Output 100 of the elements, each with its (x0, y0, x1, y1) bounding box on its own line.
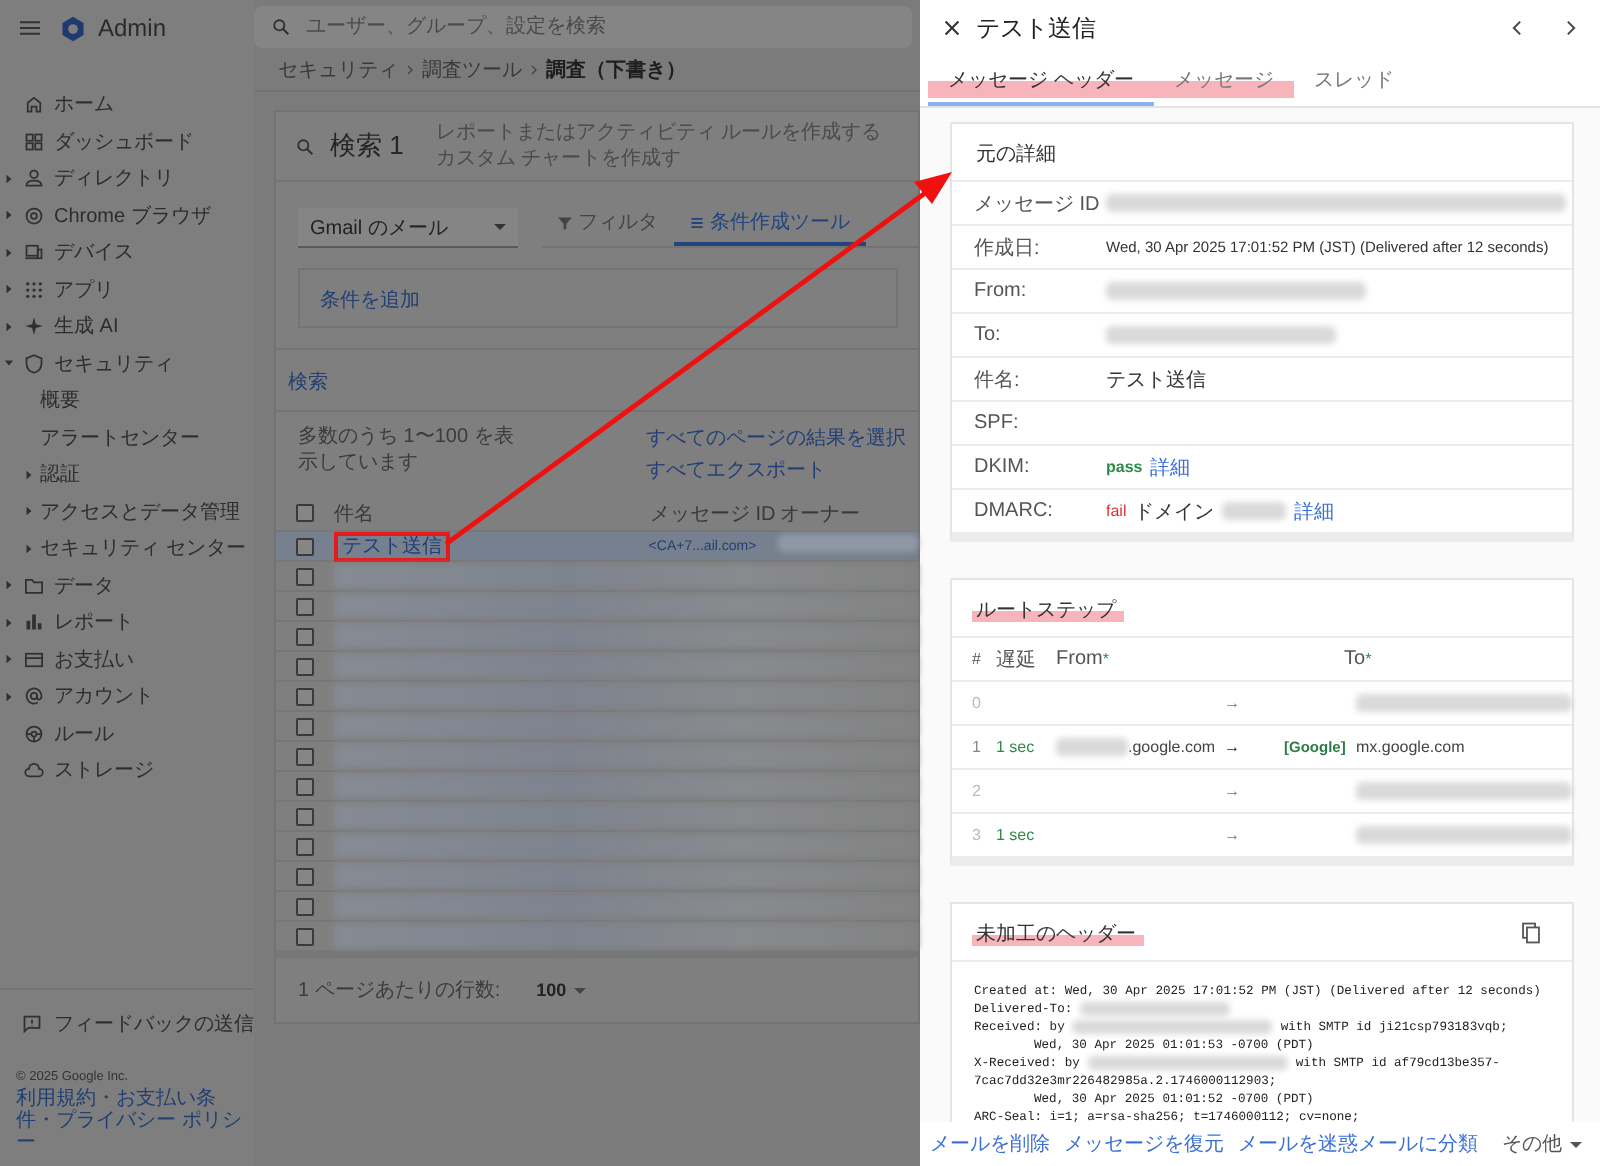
row-checkbox[interactable] (296, 927, 314, 945)
section-title: 元の詳細 (974, 141, 1058, 168)
row-checkbox[interactable] (296, 717, 314, 735)
sidebar-subitem[interactable]: アラートセンター (40, 423, 200, 452)
sidebar-subitem[interactable]: セキュリティ センター (40, 534, 246, 563)
filter-icon (558, 215, 572, 229)
panel-title: テスト送信 (976, 11, 1096, 45)
result-action-link[interactable]: すべてのページの結果を選択 (646, 424, 906, 452)
column-header[interactable]: 件名 (334, 499, 650, 527)
auth-result: pass (1106, 458, 1143, 476)
sidebar-item[interactable]: ストレージ (54, 756, 154, 785)
sidebar-item[interactable]: アカウント (54, 682, 154, 711)
sidebar-item[interactable]: セキュリティ (54, 349, 174, 378)
caret-icon[interactable] (4, 247, 14, 258)
host-name: mx.google.com (1356, 738, 1465, 756)
mode-tab[interactable]: フィルタ (542, 202, 674, 246)
sidebar-item[interactable]: Chrome ブラウザ (54, 201, 211, 230)
caret-icon[interactable] (4, 284, 14, 295)
column-header[interactable]: メッセージ ID (650, 499, 780, 527)
column-header: # (972, 650, 983, 668)
sparkle-icon (24, 316, 44, 337)
section-title: ルートステップ (972, 596, 1124, 624)
sidebar-item[interactable]: 生成 AI (54, 312, 119, 341)
result-action-link[interactable]: すべてエクスポート (646, 456, 826, 484)
caret-icon[interactable] (4, 173, 14, 184)
details-link[interactable]: 詳細 (1294, 497, 1335, 525)
more-menu-button[interactable]: その他 (1492, 1130, 1582, 1158)
caret-icon[interactable] (4, 358, 14, 369)
rows-per-page-dropdown[interactable]: 100 (524, 978, 599, 1002)
row-checkbox[interactable] (296, 837, 314, 855)
row-checkbox[interactable] (296, 867, 314, 885)
menu-icon[interactable] (20, 20, 40, 36)
column-header: To* (1344, 648, 1374, 670)
caret-icon[interactable] (24, 543, 34, 554)
breadcrumb-item[interactable]: 調査ツール (422, 55, 522, 83)
sidebar-item[interactable]: お支払い (54, 645, 134, 674)
caret-icon[interactable] (4, 321, 14, 332)
column-header[interactable]: オーナー (780, 499, 860, 527)
row-checkbox[interactable] (296, 777, 314, 795)
at-icon (24, 686, 44, 707)
add-condition-button[interactable]: 条件を追加 (320, 286, 420, 314)
feedback-icon[interactable] (22, 1014, 42, 1034)
row-checkbox[interactable] (296, 627, 314, 645)
row-checkbox[interactable] (296, 897, 314, 915)
caret-icon[interactable] (24, 506, 34, 517)
sidebar-item[interactable]: ダッシュボード (54, 127, 194, 156)
row-checkbox[interactable] (296, 747, 314, 765)
caret-icon[interactable] (4, 617, 14, 628)
caret-icon[interactable] (4, 580, 14, 591)
row-checkbox[interactable] (296, 657, 314, 675)
source-dropdown[interactable]: Gmail のメール (298, 208, 518, 248)
search-button[interactable]: 検索 (288, 368, 328, 396)
sidebar-item[interactable]: デバイス (54, 238, 134, 267)
search-title: 検索 1 (330, 128, 404, 164)
close-icon[interactable] (944, 20, 960, 36)
legal-links[interactable]: 利用規約・お支払い条件・プライバシー ポリシー (16, 1088, 242, 1154)
sidebar-item[interactable]: データ (54, 571, 114, 600)
sidebar-item[interactable]: ディレクトリ (54, 164, 174, 193)
tab[interactable]: スレッド (1293, 56, 1414, 106)
chevron-right-icon (530, 63, 538, 75)
breadcrumb-item[interactable]: セキュリティ (278, 55, 398, 83)
sidebar-item[interactable]: レポート (54, 608, 134, 637)
search-field[interactable]: ユーザー、グループ、設定を検索 (254, 6, 912, 48)
caret-icon[interactable] (4, 210, 14, 221)
mode-tab[interactable]: 条件作成ツール (674, 202, 866, 246)
feedback-link[interactable]: フィードバックの送信 (54, 1010, 254, 1038)
caret-icon[interactable] (4, 691, 14, 702)
host-name: .google.com (1128, 738, 1216, 756)
caret-icon (494, 224, 506, 230)
sidebar-item[interactable]: アプリ (54, 275, 114, 304)
previous-icon[interactable] (1512, 20, 1522, 36)
chrome-icon (24, 205, 44, 226)
column-header: From* (1056, 648, 1111, 670)
caret-icon[interactable] (4, 654, 14, 665)
sidebar-item[interactable]: ルール (54, 719, 114, 748)
sidebar-subitem[interactable]: 認証 (40, 460, 80, 489)
sidebar-item[interactable]: ホーム (54, 90, 114, 119)
row-checkbox[interactable] (296, 537, 314, 555)
shield-icon (24, 353, 44, 374)
action-link[interactable]: メールを削除 (930, 1130, 1050, 1158)
select-all-checkbox[interactable] (296, 504, 314, 522)
copy-icon[interactable] (1522, 921, 1540, 943)
row-checkbox[interactable] (296, 597, 314, 615)
caret-icon[interactable] (24, 469, 34, 480)
auth-note: ドメイン (1134, 499, 1215, 525)
row-checkbox[interactable] (296, 807, 314, 825)
hexagon-logo-icon (60, 15, 86, 41)
details-link[interactable]: 詳細 (1150, 453, 1191, 481)
next-icon[interactable] (1566, 20, 1576, 36)
route-arrow: → (1224, 694, 1240, 712)
row-checkbox[interactable] (296, 567, 314, 585)
action-link[interactable]: メールを迷惑メールに分類 (1238, 1130, 1478, 1158)
field-label: DMARC: (974, 500, 1055, 522)
field-value: テスト送信 (1106, 367, 1206, 393)
sidebar-subitem[interactable]: 概要 (40, 386, 80, 415)
action-link[interactable]: メッセージを復元 (1064, 1130, 1224, 1158)
row-checkbox[interactable] (296, 687, 314, 705)
grid-icon (24, 131, 44, 152)
sidebar-subitem[interactable]: アクセスとデータ管理 (40, 497, 240, 526)
subject-link[interactable]: テスト送信 (334, 532, 450, 562)
